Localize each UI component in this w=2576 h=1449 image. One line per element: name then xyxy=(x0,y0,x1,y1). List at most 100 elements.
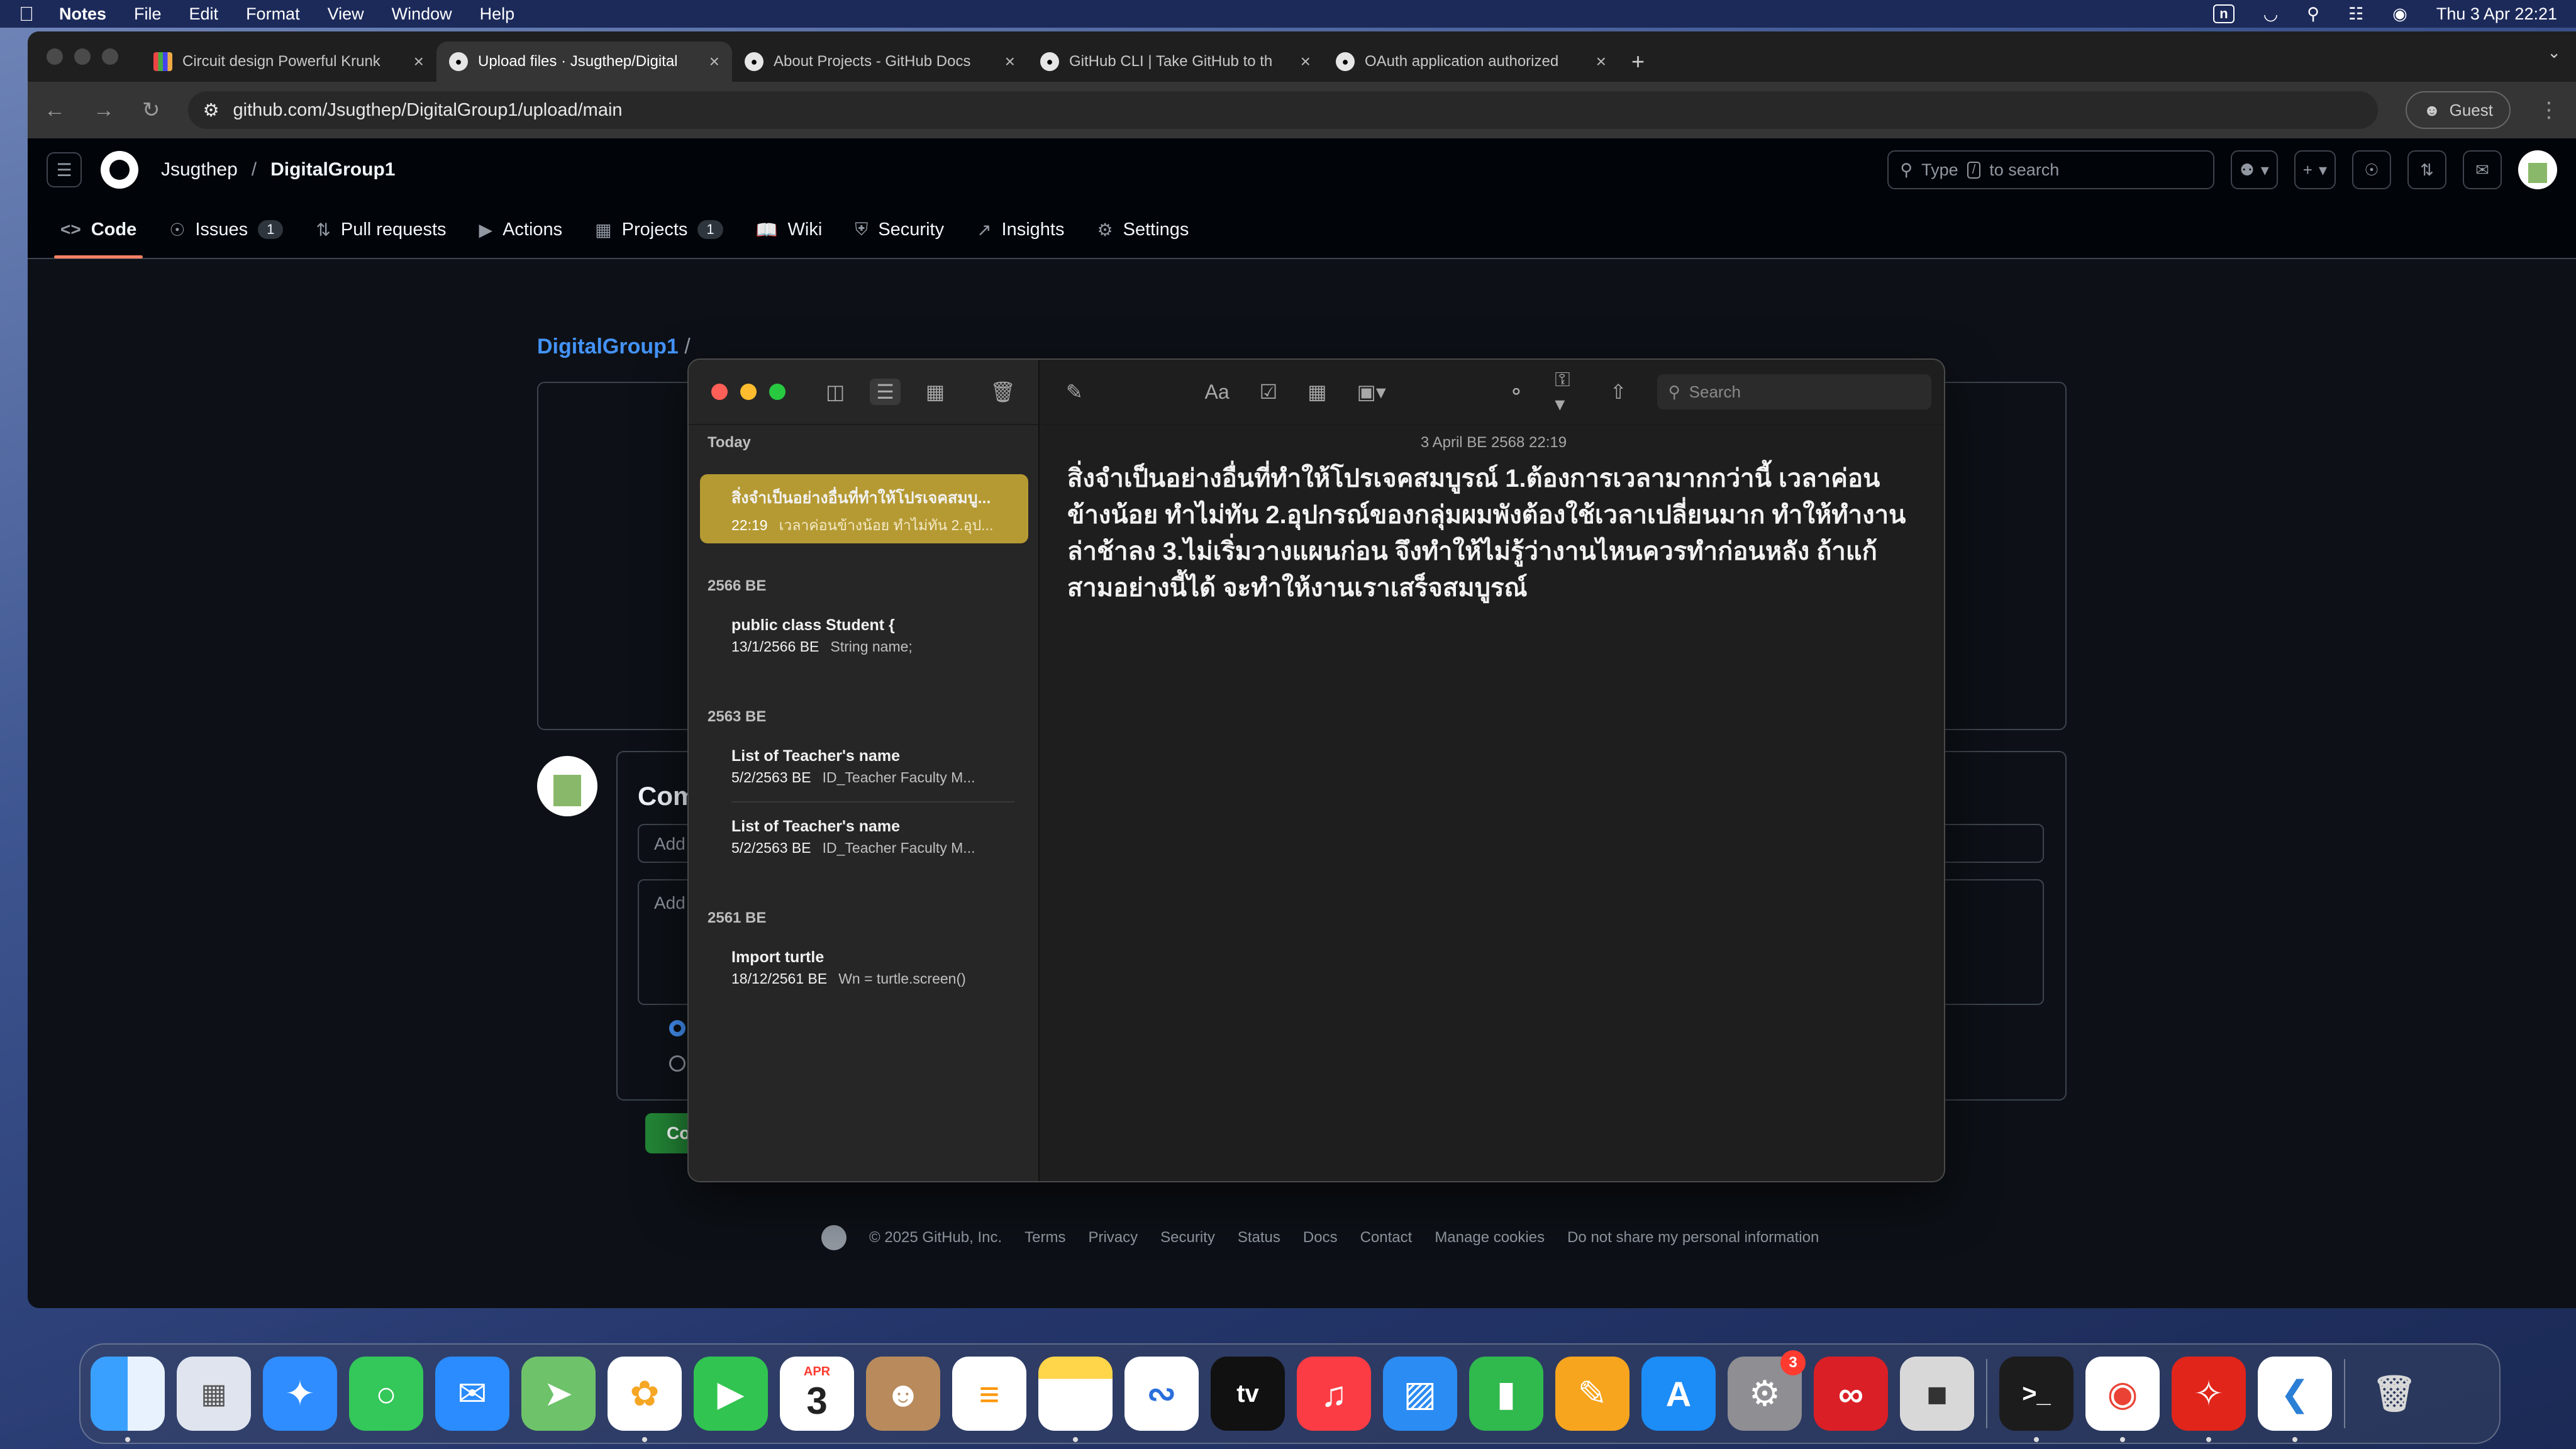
numbers-icon[interactable]: ▮ xyxy=(1469,1357,1543,1431)
browser-tab-circuit[interactable]: Circuit design Powerful Krunk × xyxy=(141,42,436,82)
tab-pull-requests[interactable]: ⇅ Pull requests xyxy=(302,201,460,258)
facetime-icon[interactable]: ▶ xyxy=(694,1357,768,1431)
repo-link[interactable]: DigitalGroup1 xyxy=(270,159,395,180)
close-tab-icon[interactable]: × xyxy=(1005,52,1015,72)
close-tab-icon[interactable]: × xyxy=(1596,52,1606,72)
minimize-window-button[interactable] xyxy=(740,384,757,400)
close-tab-icon[interactable]: × xyxy=(709,52,719,72)
collaborate-icon[interactable]: ⚬ xyxy=(1507,380,1524,404)
tab-code[interactable]: <> Code xyxy=(47,201,150,258)
acrobat-icon[interactable]: ✧ xyxy=(2172,1357,2246,1442)
menu-format[interactable]: Format xyxy=(246,4,300,24)
pages-icon[interactable]: ✎ xyxy=(1555,1357,1629,1431)
tab-projects[interactable]: ▦ Projects 1 xyxy=(581,201,736,258)
creative-cloud-icon[interactable]: ∞ xyxy=(1814,1357,1888,1431)
footer-link-terms[interactable]: Terms xyxy=(1024,1229,1065,1246)
siri-icon[interactable]: ◉ xyxy=(2392,4,2407,24)
photos-icon[interactable]: ✿ xyxy=(608,1357,682,1442)
close-window-button[interactable] xyxy=(47,48,63,65)
footer-link-contact[interactable]: Contact xyxy=(1360,1229,1413,1246)
system-settings-icon[interactable]: ⚙ 3 xyxy=(1728,1350,1806,1431)
global-search[interactable]: ⚲ Type / to search xyxy=(1887,150,2215,189)
tab-security[interactable]: ⛨ Security xyxy=(841,201,958,258)
hamburger-menu-icon[interactable]: ☰ xyxy=(47,152,82,187)
gallery-view-icon[interactable]: ▦ xyxy=(926,380,945,404)
user-avatar[interactable] xyxy=(2518,150,2557,189)
maps-icon[interactable]: ➤ xyxy=(521,1357,596,1431)
menu-help[interactable]: Help xyxy=(480,4,515,24)
wifi-icon[interactable]: ◡ xyxy=(2263,4,2279,24)
vscode-icon[interactable]: ❮ xyxy=(2258,1357,2332,1442)
note-item[interactable]: Import turtle 18/12/2561 BE Wn = turtle.s… xyxy=(700,937,1028,1006)
note-item-selected[interactable]: สิ่งจำเป็นอย่างอื่นที่ทำให้โปรเจคสมบู...… xyxy=(700,474,1028,543)
footer-link-security[interactable]: Security xyxy=(1160,1229,1215,1246)
footer-link-cookies[interactable]: Manage cookies xyxy=(1435,1229,1545,1246)
pull-requests-icon[interactable]: ⇅ xyxy=(2407,150,2446,189)
kebab-menu-icon[interactable]: ⋮ xyxy=(2538,97,2560,123)
menu-file[interactable]: File xyxy=(134,4,162,24)
owner-link[interactable]: Jsugthep xyxy=(161,159,238,180)
new-tab-button[interactable]: + xyxy=(1619,42,1657,82)
apple-icon[interactable]:  xyxy=(19,3,34,26)
sidebar-toggle-icon[interactable]: ◫ xyxy=(826,380,845,404)
close-window-button[interactable] xyxy=(711,384,728,400)
table-icon[interactable]: ▦ xyxy=(1307,380,1326,404)
mail-icon[interactable]: ✉ xyxy=(435,1357,509,1431)
notes-app-icon[interactable] xyxy=(1038,1357,1113,1442)
note-body-text[interactable]: สิ่งจำเป็นอย่างอื่นที่ทำให้โปรเจคสมบูรณ์… xyxy=(1067,460,1923,606)
repo-breadcrumb-link[interactable]: DigitalGroup1 xyxy=(537,335,679,358)
reminders-icon[interactable]: ≡ xyxy=(952,1357,1026,1431)
trash-icon[interactable]: 🗑 xyxy=(990,380,1016,404)
create-new-button[interactable]: + ▾ xyxy=(2294,150,2336,189)
tab-settings[interactable]: ⚙ Settings xyxy=(1084,201,1203,258)
note-item[interactable]: List of Teacher's name 5/2/2563 BE ID_Tea… xyxy=(700,736,1028,805)
launchpad-icon[interactable]: ▦ xyxy=(177,1357,251,1431)
music-icon[interactable]: ♫ xyxy=(1297,1357,1371,1431)
contacts-icon[interactable]: ☻ xyxy=(866,1357,940,1431)
roblox-icon[interactable]: ■ xyxy=(1900,1357,1974,1431)
note-item[interactable]: List of Teacher's name 5/2/2563 BE ID_Tea… xyxy=(700,806,1028,875)
safari-icon[interactable]: ✦ xyxy=(263,1357,337,1431)
messages-icon[interactable]: ○ xyxy=(349,1357,423,1431)
inbox-icon[interactable]: ✉ xyxy=(2463,150,2502,189)
list-view-icon[interactable]: ☰ xyxy=(870,379,901,405)
tab-wiki[interactable]: 📖 Wiki xyxy=(742,201,836,258)
share-icon[interactable]: ⇧ xyxy=(1610,380,1627,404)
finder-icon[interactable] xyxy=(91,1357,165,1442)
tab-actions[interactable]: ▶ Actions xyxy=(465,201,577,258)
footer-link-docs[interactable]: Docs xyxy=(1303,1229,1338,1246)
menu-clock[interactable]: Thu 3 Apr 22:21 xyxy=(2436,4,2557,24)
menu-view[interactable]: View xyxy=(328,4,364,24)
browser-tab-upload[interactable]: ● Upload files · Jsugthep/Digital × xyxy=(436,42,732,82)
checklist-icon[interactable]: ☑ xyxy=(1260,380,1278,404)
freeform-icon[interactable]: ∾ xyxy=(1124,1357,1199,1431)
menu-edit[interactable]: Edit xyxy=(189,4,219,24)
github-logo-icon[interactable] xyxy=(101,151,138,189)
issues-icon[interactable]: ☉ xyxy=(2352,150,2391,189)
notes-search-field[interactable]: ⚲ Search xyxy=(1657,374,1931,409)
zoom-window-button[interactable] xyxy=(769,384,786,400)
footer-link-do-not-share[interactable]: Do not share my personal information xyxy=(1567,1229,1819,1246)
tab-issues[interactable]: ☉ Issues 1 xyxy=(155,201,297,258)
terminal-icon[interactable]: >_ xyxy=(1999,1357,2074,1442)
calendar-icon[interactable]: APR 3 xyxy=(780,1357,854,1431)
tv-icon[interactable]: tv xyxy=(1211,1357,1285,1431)
minimize-window-button[interactable] xyxy=(74,48,91,65)
address-bar[interactable]: ⚙ github.com/Jsugthep/DigitalGroup1/uplo… xyxy=(187,91,2379,129)
tab-search-icon[interactable]: ⌄ xyxy=(2547,43,2561,62)
keynote-icon[interactable]: ▨ xyxy=(1383,1357,1457,1431)
browser-tab-docs[interactable]: ● About Projects - GitHub Docs × xyxy=(732,42,1028,82)
close-tab-icon[interactable]: × xyxy=(414,52,424,72)
tab-insights[interactable]: ↗ Insights xyxy=(963,201,1078,258)
profile-button[interactable]: ☻ Guest xyxy=(2406,91,2511,129)
copilot-button[interactable]: ⚉ ▾ xyxy=(2231,150,2278,189)
close-tab-icon[interactable]: × xyxy=(1301,52,1311,72)
app-store-icon[interactable]: A xyxy=(1641,1357,1716,1431)
note-item[interactable]: public class Student { 13/1/2566 BE Strin… xyxy=(700,605,1028,674)
lock-icon[interactable]: ⚿▾ xyxy=(1555,368,1579,416)
site-info-icon[interactable]: ⚙ xyxy=(203,99,219,121)
compose-icon[interactable]: ✎ xyxy=(1066,380,1083,404)
commit-new-branch-radio[interactable] xyxy=(669,1055,686,1072)
reload-icon[interactable]: ↻ xyxy=(142,97,160,123)
trash-icon[interactable]: 🗑 xyxy=(2357,1357,2431,1431)
